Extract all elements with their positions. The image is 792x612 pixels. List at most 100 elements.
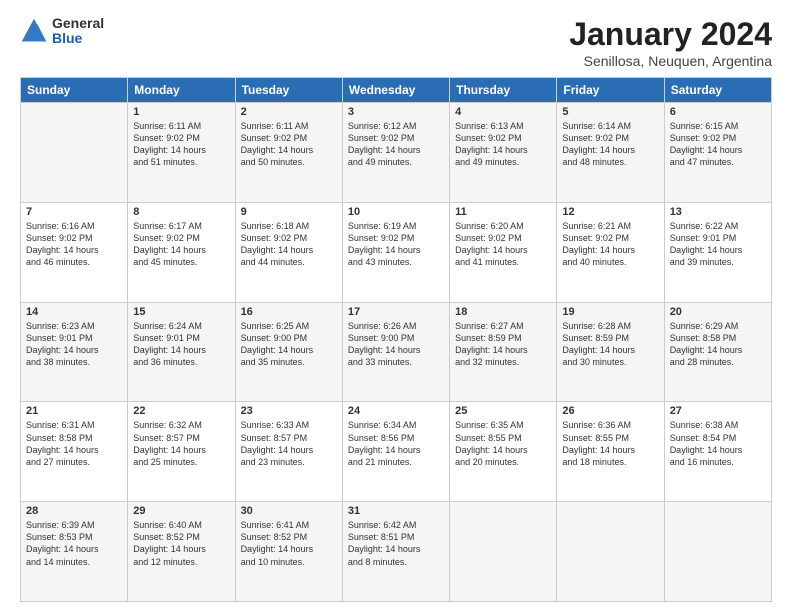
day-number: 10 <box>348 206 444 218</box>
day-number: 23 <box>241 405 337 417</box>
subtitle: Senillosa, Neuquen, Argentina <box>569 53 772 69</box>
day-info: Sunrise: 6:11 AM Sunset: 9:02 PM Dayligh… <box>241 120 337 169</box>
day-number: 17 <box>348 306 444 318</box>
weekday-header: Thursday <box>450 78 557 103</box>
calendar-cell: 8 Sunrise: 6:17 AM Sunset: 9:02 PM Daylig… <box>128 202 235 302</box>
day-info: Sunrise: 6:15 AM Sunset: 9:02 PM Dayligh… <box>670 120 766 169</box>
calendar-cell: 13Sunrise: 6:22 AM Sunset: 9:01 PM Dayli… <box>664 202 771 302</box>
weekday-header: Friday <box>557 78 664 103</box>
day-info: Sunrise: 6:38 AM Sunset: 8:54 PM Dayligh… <box>670 419 766 468</box>
calendar-cell: 15Sunrise: 6:24 AM Sunset: 9:01 PM Dayli… <box>128 302 235 402</box>
calendar-week-row: 1 Sunrise: 6:11 AM Sunset: 9:02 PM Daylig… <box>21 103 772 203</box>
header: General Blue January 2024 Senillosa, Neu… <box>20 16 772 69</box>
day-number: 28 <box>26 505 122 517</box>
day-info: Sunrise: 6:25 AM Sunset: 9:00 PM Dayligh… <box>241 320 337 369</box>
general-blue-icon <box>20 17 48 45</box>
calendar-table: SundayMondayTuesdayWednesdayThursdayFrid… <box>20 77 772 602</box>
day-number: 25 <box>455 405 551 417</box>
title-section: January 2024 Senillosa, Neuquen, Argenti… <box>569 16 772 69</box>
logo: General Blue <box>20 16 104 47</box>
calendar-cell: 3 Sunrise: 6:12 AM Sunset: 9:02 PM Daylig… <box>342 103 449 203</box>
calendar-cell: 24 Sunrise: 6:34 AM Sunset: 8:56 PM Dayli… <box>342 402 449 502</box>
calendar-cell: 2 Sunrise: 6:11 AM Sunset: 9:02 PM Daylig… <box>235 103 342 203</box>
calendar-cell: 22 Sunrise: 6:32 AM Sunset: 8:57 PM Dayli… <box>128 402 235 502</box>
calendar-week-row: 7 Sunrise: 6:16 AM Sunset: 9:02 PM Daylig… <box>21 202 772 302</box>
day-info: Sunrise: 6:12 AM Sunset: 9:02 PM Dayligh… <box>348 120 444 169</box>
weekday-header: Tuesday <box>235 78 342 103</box>
day-number: 11 <box>455 206 551 218</box>
day-number: 21 <box>26 405 122 417</box>
day-info: Sunrise: 6:32 AM Sunset: 8:57 PM Dayligh… <box>133 419 229 468</box>
day-number: 26 <box>562 405 658 417</box>
day-number: 30 <box>241 505 337 517</box>
day-number: 18 <box>455 306 551 318</box>
calendar-cell: 28 Sunrise: 6:39 AM Sunset: 8:53 PM Dayli… <box>21 502 128 602</box>
day-info: Sunrise: 6:14 AM Sunset: 9:02 PM Dayligh… <box>562 120 658 169</box>
weekday-header: Saturday <box>664 78 771 103</box>
calendar-week-row: 14 Sunrise: 6:23 AM Sunset: 9:01 PM Dayli… <box>21 302 772 402</box>
calendar-cell: 16Sunrise: 6:25 AM Sunset: 9:00 PM Dayli… <box>235 302 342 402</box>
day-number: 19 <box>562 306 658 318</box>
day-number: 1 <box>133 106 229 118</box>
day-info: Sunrise: 6:26 AM Sunset: 9:00 PM Dayligh… <box>348 320 444 369</box>
calendar-cell: 23Sunrise: 6:33 AM Sunset: 8:57 PM Dayli… <box>235 402 342 502</box>
header-row: SundayMondayTuesdayWednesdayThursdayFrid… <box>21 78 772 103</box>
calendar-cell: 1 Sunrise: 6:11 AM Sunset: 9:02 PM Daylig… <box>128 103 235 203</box>
day-info: Sunrise: 6:21 AM Sunset: 9:02 PM Dayligh… <box>562 220 658 269</box>
day-info: Sunrise: 6:39 AM Sunset: 8:53 PM Dayligh… <box>26 519 122 568</box>
day-info: Sunrise: 6:41 AM Sunset: 8:52 PM Dayligh… <box>241 519 337 568</box>
weekday-header: Wednesday <box>342 78 449 103</box>
day-number: 9 <box>241 206 337 218</box>
calendar-cell: 29Sunrise: 6:40 AM Sunset: 8:52 PM Dayli… <box>128 502 235 602</box>
day-info: Sunrise: 6:35 AM Sunset: 8:55 PM Dayligh… <box>455 419 551 468</box>
calendar-cell <box>664 502 771 602</box>
day-info: Sunrise: 6:11 AM Sunset: 9:02 PM Dayligh… <box>133 120 229 169</box>
calendar-cell: 10Sunrise: 6:19 AM Sunset: 9:02 PM Dayli… <box>342 202 449 302</box>
calendar-cell <box>557 502 664 602</box>
calendar-cell: 5 Sunrise: 6:14 AM Sunset: 9:02 PM Daylig… <box>557 103 664 203</box>
day-number: 2 <box>241 106 337 118</box>
calendar-cell: 6Sunrise: 6:15 AM Sunset: 9:02 PM Daylig… <box>664 103 771 203</box>
calendar-cell: 20Sunrise: 6:29 AM Sunset: 8:58 PM Dayli… <box>664 302 771 402</box>
calendar-cell: 11 Sunrise: 6:20 AM Sunset: 9:02 PM Dayli… <box>450 202 557 302</box>
day-number: 22 <box>133 405 229 417</box>
calendar-week-row: 28 Sunrise: 6:39 AM Sunset: 8:53 PM Dayli… <box>21 502 772 602</box>
day-info: Sunrise: 6:16 AM Sunset: 9:02 PM Dayligh… <box>26 220 122 269</box>
calendar-cell: 30 Sunrise: 6:41 AM Sunset: 8:52 PM Dayli… <box>235 502 342 602</box>
day-info: Sunrise: 6:17 AM Sunset: 9:02 PM Dayligh… <box>133 220 229 269</box>
calendar-cell: 31 Sunrise: 6:42 AM Sunset: 8:51 PM Dayli… <box>342 502 449 602</box>
day-info: Sunrise: 6:27 AM Sunset: 8:59 PM Dayligh… <box>455 320 551 369</box>
main-title: January 2024 <box>569 16 772 53</box>
day-info: Sunrise: 6:23 AM Sunset: 9:01 PM Dayligh… <box>26 320 122 369</box>
day-number: 12 <box>562 206 658 218</box>
day-info: Sunrise: 6:42 AM Sunset: 8:51 PM Dayligh… <box>348 519 444 568</box>
day-number: 8 <box>133 206 229 218</box>
day-info: Sunrise: 6:34 AM Sunset: 8:56 PM Dayligh… <box>348 419 444 468</box>
calendar-cell: 26Sunrise: 6:36 AM Sunset: 8:55 PM Dayli… <box>557 402 664 502</box>
day-info: Sunrise: 6:28 AM Sunset: 8:59 PM Dayligh… <box>562 320 658 369</box>
calendar-cell: 14 Sunrise: 6:23 AM Sunset: 9:01 PM Dayli… <box>21 302 128 402</box>
day-number: 29 <box>133 505 229 517</box>
day-info: Sunrise: 6:29 AM Sunset: 8:58 PM Dayligh… <box>670 320 766 369</box>
day-number: 5 <box>562 106 658 118</box>
calendar-cell: 27Sunrise: 6:38 AM Sunset: 8:54 PM Dayli… <box>664 402 771 502</box>
day-info: Sunrise: 6:20 AM Sunset: 9:02 PM Dayligh… <box>455 220 551 269</box>
day-number: 15 <box>133 306 229 318</box>
day-number: 7 <box>26 206 122 218</box>
calendar-cell <box>450 502 557 602</box>
weekday-header: Monday <box>128 78 235 103</box>
day-number: 24 <box>348 405 444 417</box>
day-number: 31 <box>348 505 444 517</box>
day-info: Sunrise: 6:31 AM Sunset: 8:58 PM Dayligh… <box>26 419 122 468</box>
day-number: 3 <box>348 106 444 118</box>
logo-blue: Blue <box>52 31 104 46</box>
day-number: 4 <box>455 106 551 118</box>
calendar-cell: 17 Sunrise: 6:26 AM Sunset: 9:00 PM Dayli… <box>342 302 449 402</box>
day-number: 14 <box>26 306 122 318</box>
calendar-cell: 18 Sunrise: 6:27 AM Sunset: 8:59 PM Dayli… <box>450 302 557 402</box>
logo-general: General <box>52 16 104 31</box>
calendar-cell: 12 Sunrise: 6:21 AM Sunset: 9:02 PM Dayli… <box>557 202 664 302</box>
calendar-week-row: 21 Sunrise: 6:31 AM Sunset: 8:58 PM Dayli… <box>21 402 772 502</box>
calendar-cell: 21 Sunrise: 6:31 AM Sunset: 8:58 PM Dayli… <box>21 402 128 502</box>
calendar-cell <box>21 103 128 203</box>
